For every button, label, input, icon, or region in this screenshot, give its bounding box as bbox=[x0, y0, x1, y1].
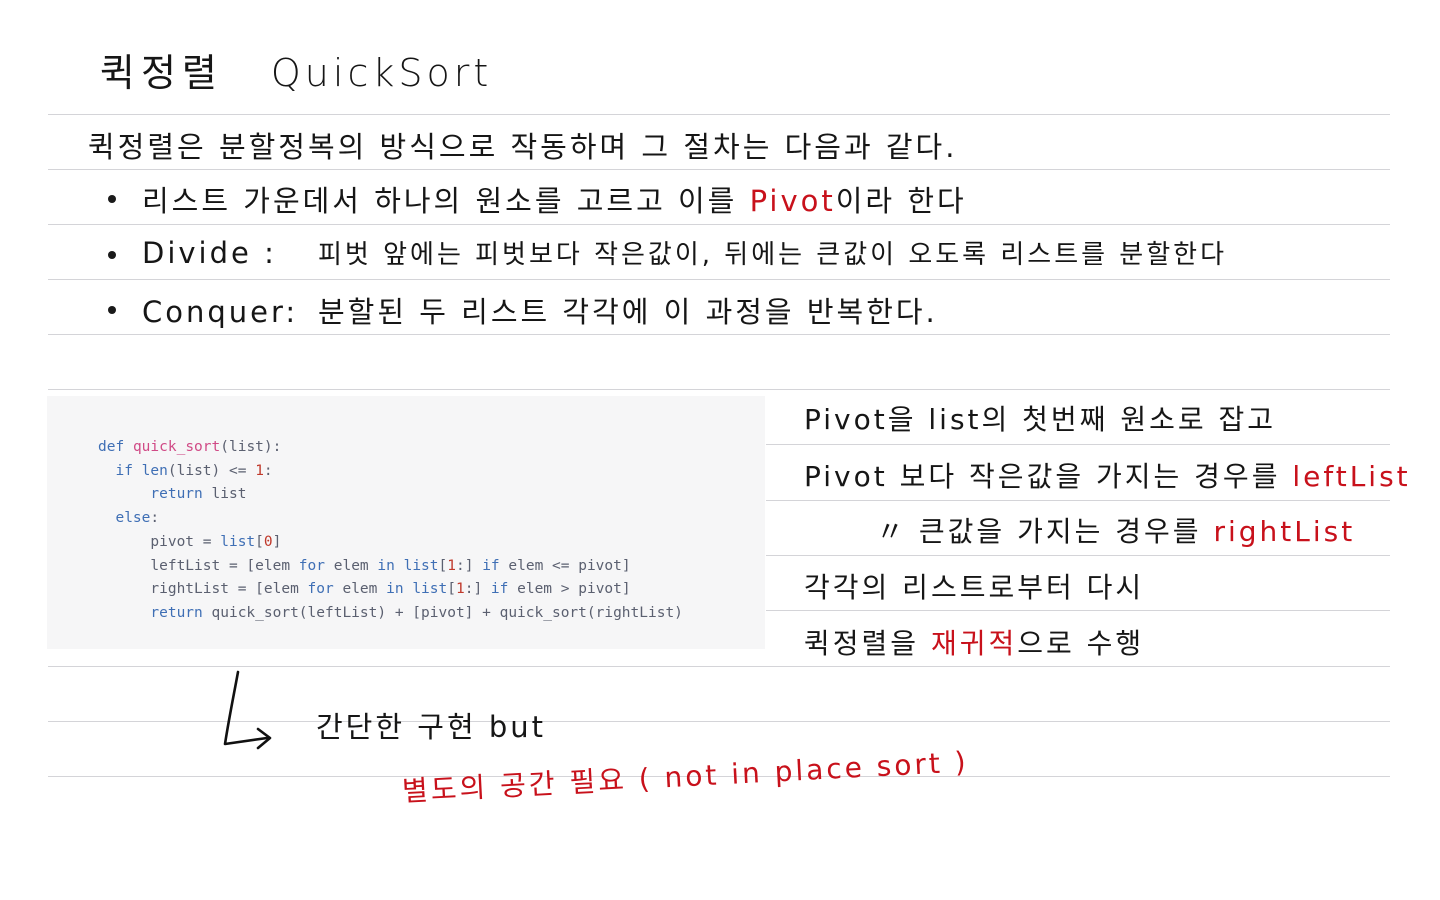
ruled-line bbox=[766, 610, 1390, 611]
bullet-divide: Divide : 피벗 앞에는 피벗보다 작은값이, 뒤에는 큰값이 오도록 리스… bbox=[142, 234, 1227, 271]
conquer-text: 분할된 두 리스트 각각에 이 과정을 반복한다. bbox=[318, 295, 938, 329]
ruled-line bbox=[766, 500, 1390, 501]
side-note-recursive: 퀵정렬을 재귀적으로 수행 bbox=[804, 627, 1145, 660]
ruled-line bbox=[766, 444, 1390, 445]
title-english: QuickSort bbox=[270, 51, 493, 95]
pivot-highlight: Pivot bbox=[749, 184, 836, 218]
side-note-right-list: 〃 큰값을 가지는 경우를 rightList bbox=[876, 515, 1356, 548]
ruled-line bbox=[48, 389, 1390, 390]
bullet-conquer: Conquer: 분할된 두 리스트 각각에 이 과정을 반복한다. bbox=[142, 289, 938, 331]
ruled-line bbox=[48, 169, 1390, 170]
title-korean: 퀵정렬 bbox=[100, 51, 223, 95]
code-snippet-panel: def quick_sort(list): if len(list) <= 1:… bbox=[47, 396, 765, 649]
recursive-highlight: 재귀적 bbox=[930, 627, 1018, 660]
extra-space-note: 별도의 공간 필요 ( not in place sort ) bbox=[401, 745, 970, 808]
conquer-label: Conquer: bbox=[142, 295, 299, 329]
ruled-line bbox=[48, 666, 1390, 667]
implementation-note: 간단한 구현 but bbox=[316, 710, 546, 744]
leftlist-highlight: leftList bbox=[1292, 460, 1411, 493]
divide-text: 피벗 앞에는 피벗보다 작은값이, 뒤에는 큰값이 오도록 리스트를 분할한다 bbox=[318, 240, 1227, 270]
bullet-pivot: 리스트 가운데서 하나의 원소를 고르고 이를 Pivot이라 한다 bbox=[142, 178, 967, 220]
side-note-pivot-first: Pivot을 list의 첫번째 원소로 잡고 bbox=[804, 403, 1277, 436]
bullet-pivot-after: 이라 한다 bbox=[835, 184, 967, 218]
page-title: 퀵정렬 QuickSort bbox=[100, 42, 492, 97]
bullet-dot bbox=[108, 195, 116, 203]
ruled-line bbox=[48, 224, 1390, 225]
ruled-line bbox=[48, 334, 1390, 335]
bullet-dot bbox=[108, 251, 116, 259]
bullet-dot bbox=[108, 306, 116, 314]
ruled-line bbox=[766, 555, 1390, 556]
rightlist-highlight: rightList bbox=[1213, 515, 1356, 548]
code-block: def quick_sort(list): if len(list) <= 1:… bbox=[98, 439, 683, 621]
intro-text: 퀵정렬은 분할정복의 방식으로 작동하며 그 절차는 다음과 같다. bbox=[88, 130, 958, 164]
side-note-left-list: Pivot 보다 작은값을 가지는 경우를 leftList bbox=[804, 460, 1411, 493]
hand-arrow-icon bbox=[223, 670, 272, 750]
bullet-pivot-before: 리스트 가운데서 하나의 원소를 고르고 이를 bbox=[142, 184, 750, 218]
ruled-line bbox=[48, 279, 1390, 280]
side-note-each-list: 각각의 리스트로부터 다시 bbox=[804, 571, 1145, 604]
ruled-line bbox=[48, 114, 1390, 115]
divide-label: Divide : bbox=[142, 236, 277, 270]
